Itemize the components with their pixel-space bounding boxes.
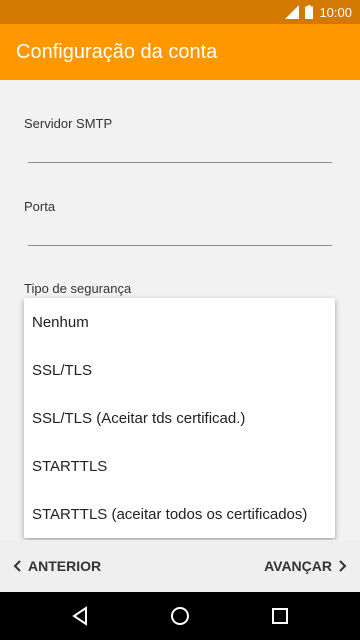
page-title: Configuração da conta [16,40,218,63]
option-none[interactable]: Nenhum [24,298,335,346]
battery-icon [305,5,314,19]
chevron-right-icon [339,560,347,572]
chevron-left-icon [13,560,21,572]
smtp-server-label: Servidor SMTP [24,116,113,131]
app-bar: Configuração da conta [0,24,360,80]
system-nav-bar [0,592,360,640]
option-starttls[interactable]: STARTTLS [24,442,335,490]
home-icon[interactable] [168,604,192,628]
option-starttls-accept-all[interactable]: STARTTLS (aceitar todos os certificados) [24,490,335,538]
next-button[interactable]: AVANÇAR [264,558,348,574]
option-ssl-tls-accept-all[interactable]: SSL/TLS (Aceitar tds certificad.) [24,394,335,442]
recents-icon[interactable] [268,604,292,628]
back-icon[interactable] [68,604,92,628]
previous-label: ANTERIOR [28,558,102,574]
signal-icon [285,5,300,19]
status-bar: 10:00 [0,0,360,24]
security-type-dropdown: Nenhum SSL/TLS SSL/TLS (Aceitar tds cert… [24,298,335,538]
security-type-label: Tipo de segurança [24,281,132,296]
next-label: AVANÇAR [264,558,332,574]
port-field[interactable] [28,245,332,246]
bottom-nav: ANTERIOR AVANÇAR [0,540,360,592]
port-label: Porta [24,199,56,214]
previous-button[interactable]: ANTERIOR [12,558,101,574]
status-time: 10:00 [319,4,352,20]
smtp-server-field[interactable] [28,162,332,163]
option-ssl-tls[interactable]: SSL/TLS [24,346,335,394]
